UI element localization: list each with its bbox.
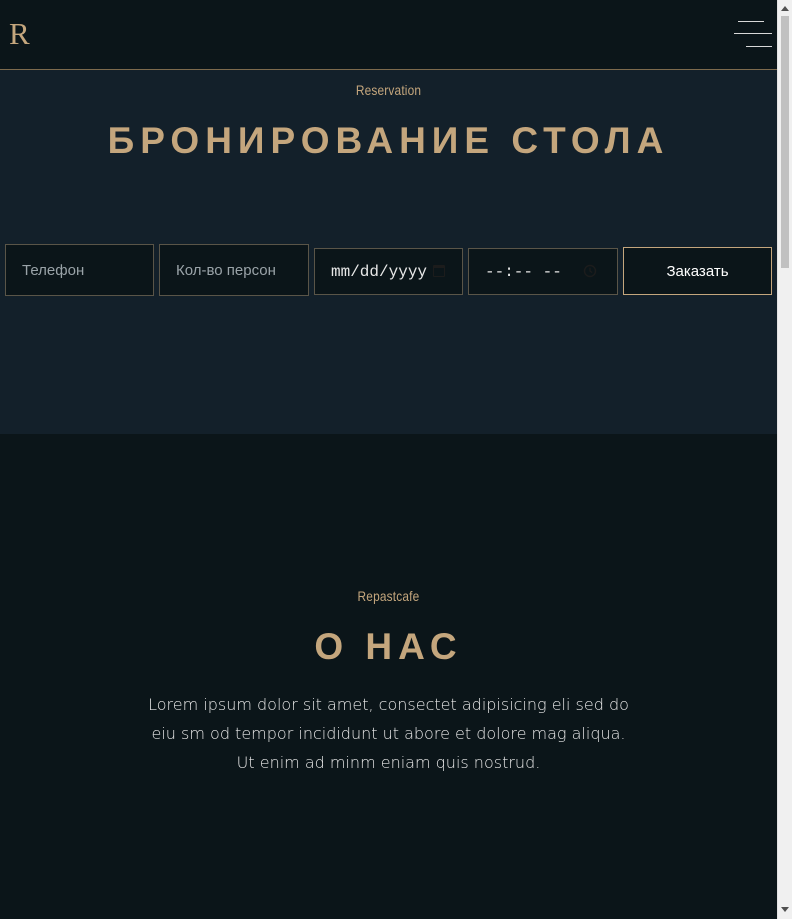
scroll-up-icon[interactable] [781,6,789,11]
reserve-button[interactable]: Заказать [623,247,772,295]
scroll-down-icon[interactable] [781,907,789,912]
menu-line [746,46,772,47]
reservation-section: Reservation БРОНИРОВАНИЕ СТОЛА Телефон К… [0,70,777,434]
time-value: --:-- -- [485,262,562,281]
calendar-icon[interactable] [433,265,445,277]
hamburger-menu-icon[interactable] [734,21,774,47]
about-section: Repastcafe О НАС Lorem ipsum dolor sit a… [0,434,777,919]
phone-placeholder: Телефон [22,261,85,279]
site-header: R [0,0,777,70]
time-input[interactable]: --:-- -- [468,248,618,295]
menu-line [738,21,764,22]
scroll-thumb[interactable] [781,16,789,268]
about-text: Lorem ipsum dolor sit amet, consectet ad… [148,695,629,772]
page: R Reservation БРОНИРОВАНИЕ СТОЛА Телефон… [0,0,777,919]
reservation-title: БРОНИРОВАНИЕ СТОЛА [107,120,670,161]
clock-icon[interactable] [583,264,597,278]
vertical-scrollbar[interactable] [777,0,792,919]
about-eyebrow: Repastcafe [357,588,420,604]
logo[interactable]: R [9,18,30,49]
guests-input[interactable]: Кол-во персон [159,244,309,296]
menu-line [734,33,772,34]
date-input[interactable]: mm/dd/yyyy [314,248,463,295]
phone-input[interactable]: Телефон [5,244,154,296]
reservation-eyebrow: Reservation [355,82,422,98]
about-title: О НАС [314,626,463,667]
guests-placeholder: Кол-во персон [176,261,276,279]
date-value: mm/dd/yyyy [331,262,427,281]
